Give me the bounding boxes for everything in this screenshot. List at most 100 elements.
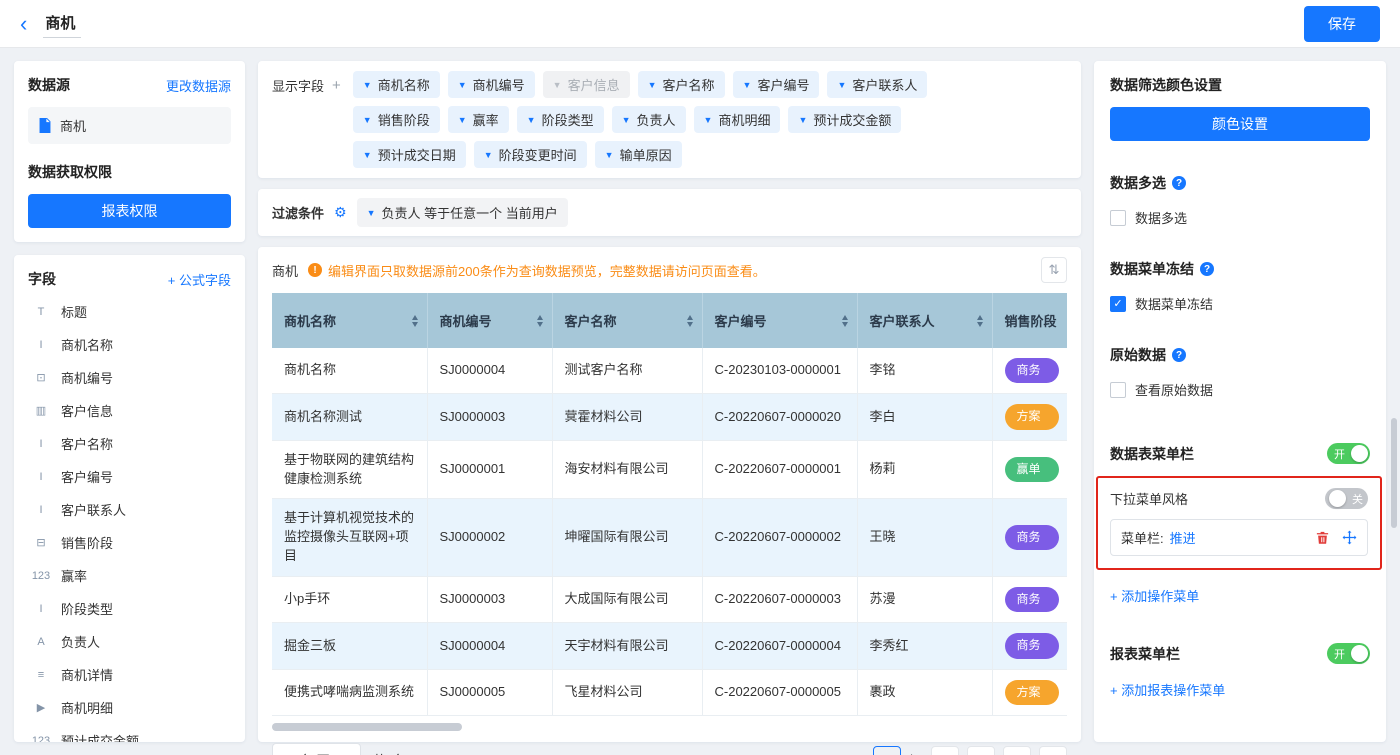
table-row[interactable]: 基于计算机视觉技术的监控摄像头互联网+项目 SJ0000002 坤曜国际有限公司… — [272, 499, 1067, 577]
report-menu-toggle[interactable]: 开 — [1327, 643, 1370, 664]
add-display-field-icon[interactable]: + — [332, 77, 341, 94]
chevron-down-icon[interactable] — [648, 80, 657, 90]
filter-condition-chip[interactable]: 负责人 等于任意一个 当前用户 — [357, 198, 568, 227]
horizontal-scrollbar-thumb[interactable] — [272, 723, 462, 731]
dropdown-style-toggle[interactable]: 关 — [1325, 488, 1368, 509]
datasource-item[interactable]: 商机 — [28, 107, 231, 144]
display-field-chip[interactable]: 赢率 — [448, 106, 509, 133]
field-list-item[interactable]: 123 预计成交金额 — [28, 724, 231, 742]
add-report-action-menu-link[interactable]: + 添加报表操作菜单 — [1110, 680, 1225, 699]
chevron-down-icon[interactable] — [458, 80, 467, 90]
field-list-item[interactable]: ⊟ 销售阶段 — [28, 526, 231, 559]
sort-icon[interactable] — [537, 312, 543, 330]
chevron-down-icon[interactable] — [527, 115, 536, 125]
menu-freeze-option[interactable]: 数据菜单冻结 — [1110, 294, 1370, 313]
chevron-down-icon[interactable] — [363, 115, 372, 125]
back-icon[interactable]: ‹ — [20, 13, 27, 35]
column-header[interactable]: 客户编号 — [702, 293, 857, 348]
report-permission-button[interactable]: 报表权限 — [28, 194, 231, 228]
save-button[interactable]: 保存 — [1304, 6, 1380, 42]
display-field-chip[interactable]: 商机名称 — [353, 71, 440, 98]
field-list-item[interactable]: ▥ 客户信息 — [28, 394, 231, 427]
field-list-item[interactable]: ≡ 商机详情 — [28, 658, 231, 691]
raw-data-option[interactable]: 查看原始数据 — [1110, 380, 1370, 399]
display-field-chip[interactable]: 商机明细 — [694, 106, 781, 133]
next-page-button[interactable]: › — [1003, 746, 1031, 755]
color-settings-button[interactable]: 颜色设置 — [1110, 107, 1370, 141]
move-icon[interactable] — [1342, 530, 1357, 545]
field-list-item[interactable]: T 标题 — [28, 295, 231, 328]
column-header[interactable]: 客户联系人 — [857, 293, 992, 348]
field-list-item[interactable]: I 客户名称 — [28, 427, 231, 460]
field-list-item[interactable]: 123 赢率 — [28, 559, 231, 592]
table-sort-toggle-button[interactable]: ⇅ — [1041, 257, 1067, 283]
table-row[interactable]: 小p手环 SJ0000003 大成国际有限公司 C-20220607-00000… — [272, 577, 1067, 623]
sort-icon[interactable] — [412, 312, 418, 330]
column-header[interactable]: 商机名称 — [272, 293, 427, 348]
display-field-chip[interactable]: 阶段变更时间 — [474, 141, 587, 168]
menu-bar-item[interactable]: 菜单栏: 推进 — [1110, 519, 1368, 556]
menu-bar-value[interactable]: 推进 — [1170, 528, 1196, 547]
field-list-item[interactable]: I 商机名称 — [28, 328, 231, 361]
help-icon[interactable]: ? — [1172, 176, 1186, 190]
chevron-down-icon[interactable] — [622, 115, 631, 125]
change-datasource-link[interactable]: 更改数据源 — [166, 76, 231, 95]
multi-select-checkbox[interactable] — [1110, 210, 1126, 226]
prev-page-button[interactable]: ‹ — [967, 746, 995, 755]
gear-icon[interactable]: ⚙ — [334, 204, 347, 221]
field-list-item[interactable]: I 阶段类型 — [28, 592, 231, 625]
chevron-down-icon[interactable] — [837, 80, 846, 90]
field-list-item[interactable]: I 客户联系人 — [28, 493, 231, 526]
display-field-chip[interactable]: 客户信息 — [543, 71, 630, 98]
chevron-down-icon[interactable] — [458, 115, 467, 125]
table-row[interactable]: 掘金三板 SJ0000004 天宇材料有限公司 C-20220607-00000… — [272, 623, 1067, 669]
chevron-down-icon[interactable] — [363, 80, 372, 90]
display-field-chip[interactable]: 负责人 — [612, 106, 686, 133]
chevron-down-icon[interactable] — [484, 150, 493, 160]
add-formula-field-link[interactable]: + 公式字段 — [168, 270, 231, 289]
display-field-chip[interactable]: 预计成交金额 — [788, 106, 901, 133]
sort-icon[interactable] — [687, 312, 693, 330]
sort-icon[interactable] — [977, 312, 983, 330]
multi-select-option[interactable]: 数据多选 — [1110, 208, 1370, 227]
display-field-chip[interactable]: 商机编号 — [448, 71, 535, 98]
display-field-chip[interactable]: 阶段类型 — [517, 106, 604, 133]
add-action-menu-link[interactable]: + 添加操作菜单 — [1110, 586, 1199, 605]
field-list-item[interactable]: ⊡ 商机编号 — [28, 361, 231, 394]
page-title[interactable]: 商机 — [43, 10, 81, 38]
help-icon[interactable]: ? — [1200, 262, 1214, 276]
current-page-input[interactable]: 1 — [873, 746, 901, 755]
field-list-item[interactable]: I 客户编号 — [28, 460, 231, 493]
column-header[interactable]: 客户名称 — [552, 293, 702, 348]
table-row[interactable]: 商机名称测试 SJ0000003 蓂霍材料公司 C-20220607-00000… — [272, 394, 1067, 440]
display-field-chip[interactable]: 客户名称 — [638, 71, 725, 98]
table-row[interactable]: 基于物联网的建筑结构健康检测系统 SJ0000001 海安材料有限公司 C-20… — [272, 440, 1067, 499]
chevron-down-icon[interactable] — [605, 150, 614, 160]
display-field-chip[interactable]: 客户编号 — [733, 71, 820, 98]
last-page-button[interactable]: » — [1039, 746, 1067, 755]
table-row[interactable]: 商机名称 SJ0000004 测试客户名称 C-20230103-0000001… — [272, 348, 1067, 394]
horizontal-scrollbar[interactable] — [272, 723, 1067, 731]
field-list-item[interactable]: ▶ 商机明细 — [28, 691, 231, 724]
trash-icon[interactable] — [1315, 530, 1330, 545]
table-row[interactable]: 便携式哮喘病监测系统 SJ0000005 飞星材料公司 C-20220607-0… — [272, 669, 1067, 715]
chevron-down-icon[interactable] — [798, 115, 807, 125]
column-header[interactable]: 销售阶段 — [992, 293, 1067, 348]
column-header[interactable]: 商机编号 — [427, 293, 552, 348]
page-size-select[interactable]: 20 条/页 ▾ — [272, 743, 361, 755]
field-list-item[interactable]: A 负责人 — [28, 625, 231, 658]
menu-freeze-checkbox[interactable] — [1110, 296, 1126, 312]
first-page-button[interactable]: « — [931, 746, 959, 755]
display-field-chip[interactable]: 输单原因 — [595, 141, 682, 168]
table-menu-toggle[interactable]: 开 — [1327, 443, 1370, 464]
chevron-down-icon[interactable] — [367, 208, 376, 218]
chevron-down-icon[interactable] — [743, 80, 752, 90]
display-field-chip[interactable]: 客户联系人 — [827, 71, 927, 98]
chevron-down-icon[interactable] — [704, 115, 713, 125]
vertical-scrollbar-thumb[interactable] — [1391, 418, 1397, 528]
chevron-down-icon[interactable] — [553, 80, 562, 90]
display-field-chip[interactable]: 预计成交日期 — [353, 141, 466, 168]
sort-icon[interactable] — [842, 312, 848, 330]
raw-data-checkbox[interactable] — [1110, 382, 1126, 398]
display-field-chip[interactable]: 销售阶段 — [353, 106, 440, 133]
